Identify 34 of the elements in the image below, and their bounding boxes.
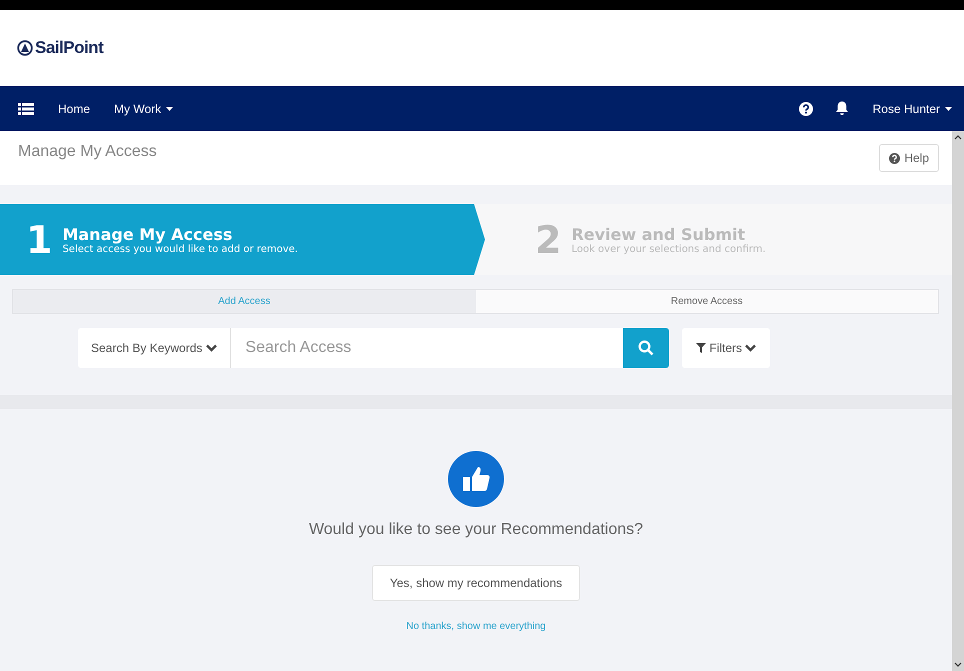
step-title: Manage My Access bbox=[62, 224, 234, 244]
show-recommendations-button[interactable]: Yes, show my recommendations bbox=[372, 565, 580, 601]
scroll-up-icon[interactable] bbox=[954, 135, 962, 140]
search-icon bbox=[638, 340, 654, 356]
bell-icon[interactable] bbox=[834, 101, 849, 116]
menu-icon[interactable] bbox=[18, 102, 34, 114]
nav-link[interactable]: My Work bbox=[114, 102, 174, 116]
recommendation-question: Would you like to see your Recommendations? bbox=[308, 521, 644, 539]
filters-button[interactable]: Filters bbox=[682, 328, 770, 368]
step-subtitle: Look over your selections and confirm. bbox=[571, 244, 766, 254]
help-icon[interactable] bbox=[798, 102, 813, 116]
nav-link[interactable]: Home bbox=[58, 102, 90, 116]
step-number: 2 bbox=[535, 218, 562, 262]
logo-text: SailPoint bbox=[35, 38, 104, 58]
tab[interactable]: Remove Access bbox=[476, 290, 938, 313]
page-title: Manage My Access bbox=[18, 143, 157, 161]
logo-icon bbox=[17, 40, 33, 56]
filter-icon bbox=[696, 343, 706, 353]
caret-icon bbox=[166, 106, 174, 110]
step-title: Review and Submit bbox=[571, 224, 746, 244]
user-menu[interactable]: Rose Hunter bbox=[872, 102, 952, 116]
chevron-down-icon bbox=[745, 344, 756, 352]
question-icon bbox=[889, 152, 900, 164]
search-mode-dropdown[interactable]: Search By Keywords bbox=[78, 328, 232, 368]
search-button[interactable] bbox=[623, 328, 670, 368]
help-button[interactable]: Help bbox=[879, 144, 939, 172]
search-field[interactable]: Search Access bbox=[231, 328, 624, 368]
caret-icon bbox=[945, 106, 952, 110]
step-subtitle: Select access you would like to add or remove. bbox=[62, 244, 298, 254]
scroll-down-icon[interactable] bbox=[954, 662, 962, 667]
step-number: 1 bbox=[26, 218, 52, 262]
thumbs-up-icon bbox=[448, 451, 504, 507]
scrollbar[interactable] bbox=[952, 131, 964, 671]
chevron-down-icon bbox=[206, 344, 218, 352]
